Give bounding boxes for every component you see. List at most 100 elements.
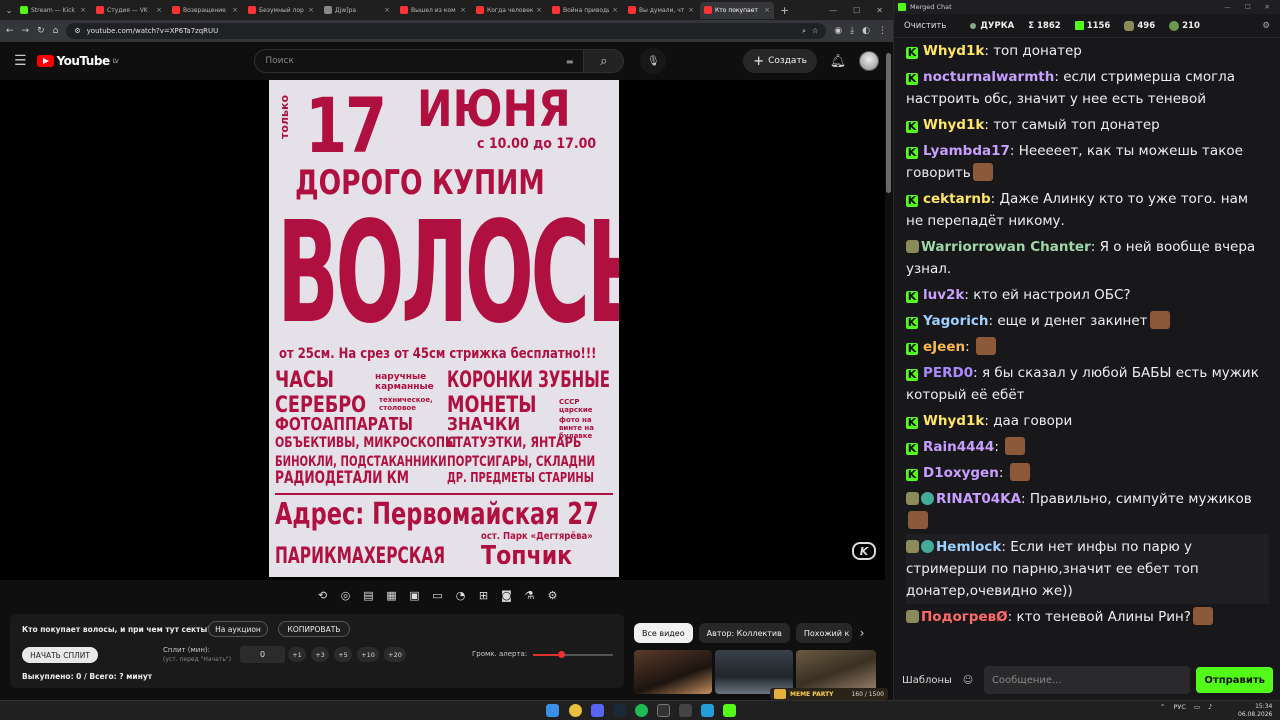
minutes-input[interactable]: 0: [240, 646, 285, 663]
search-button[interactable]: ⌕: [584, 49, 625, 73]
tab-close-icon[interactable]: ×: [612, 6, 618, 14]
chrome-icon[interactable]: [569, 704, 582, 717]
browser-tab[interactable]: Война приводи ×: [548, 2, 622, 19]
chat-username[interactable]: eJeen: [923, 339, 965, 355]
chat-message[interactable]: K Rain4444:: [906, 434, 1269, 460]
subtitles-icon[interactable]: ▭: [429, 587, 446, 604]
home-icon[interactable]: ⌂: [53, 26, 59, 36]
browser-tab[interactable]: Студия — VK ×: [92, 2, 166, 19]
kick-app-icon[interactable]: [723, 704, 736, 717]
back-icon[interactable]: ←: [6, 26, 14, 36]
spotify-icon[interactable]: [635, 704, 648, 717]
hamburger-icon[interactable]: ☰: [14, 53, 27, 69]
close-icon[interactable]: ✕: [1265, 3, 1270, 11]
keyboard-icon[interactable]: ▬: [566, 57, 574, 66]
close-icon[interactable]: ✕: [876, 6, 883, 15]
forward-icon[interactable]: →: [22, 26, 30, 36]
chat-message[interactable]: Hemlock: Если нет инфы по парю у стример…: [906, 534, 1269, 604]
video-player[interactable]: только 17 июня с 10.00 до 17.00 ДОРОГО К…: [0, 80, 885, 580]
tab-close-icon[interactable]: ×: [460, 6, 466, 14]
tab-close-icon[interactable]: ×: [80, 6, 86, 14]
chat-message[interactable]: RINAT04KA: Правильно, симпуйте мужиков: [906, 486, 1269, 534]
youtube-logo[interactable]: YouTube LV: [36, 54, 119, 68]
screenshot-icon[interactable]: ◙: [498, 587, 515, 604]
profile-icon[interactable]: ◐: [862, 26, 870, 36]
extensions-icon[interactable]: ◉: [834, 26, 842, 36]
speed-icon[interactable]: ◔: [452, 587, 469, 604]
tab-close-icon[interactable]: ×: [384, 6, 390, 14]
chat-username[interactable]: Lyambda17: [923, 143, 1010, 159]
chat-username[interactable]: RINAT04KA: [936, 491, 1021, 507]
chat-username[interactable]: ПодогревØ: [921, 609, 1008, 625]
download-icon[interactable]: ⤓: [850, 26, 854, 36]
tab-close-icon[interactable]: ×: [536, 6, 542, 14]
chat-message[interactable]: K PERD0: я бы сказал у любой БАБЫ есть му…: [906, 360, 1269, 408]
browser-tab[interactable]: Stream — Kick ×: [16, 2, 90, 19]
bookmark-icon[interactable]: ☆: [812, 27, 818, 35]
browser-tab[interactable]: Возвращение ×: [168, 2, 242, 19]
discord-icon[interactable]: [591, 704, 604, 717]
increment-button[interactable]: +10: [357, 647, 379, 662]
browser-tab[interactable]: Вышел из ком ×: [396, 2, 470, 19]
flask-icon[interactable]: ⚗: [521, 587, 538, 604]
create-button[interactable]: + Создать: [743, 49, 817, 73]
tab-close-icon[interactable]: ×: [308, 6, 314, 14]
copy-button[interactable]: КОПИРОВАТЬ: [278, 621, 350, 637]
chat-message-input[interactable]: Сообщение...: [983, 666, 1191, 694]
language-indicator[interactable]: РУС: [1173, 703, 1185, 711]
new-tab-button[interactable]: +: [780, 4, 789, 17]
increment-button[interactable]: +1: [288, 647, 306, 662]
scrollbar-thumb[interactable]: [886, 53, 891, 193]
browser-tab[interactable]: Кто покупает ×: [700, 1, 774, 19]
voice-search-button[interactable]: 🎙: [640, 48, 667, 74]
chat-message[interactable]: K D1oxygen:: [906, 460, 1269, 486]
address-bar[interactable]: ⚙ youtube.com/watch?v=XP6Ta7zqRUU ⌕ ☆: [66, 23, 827, 39]
chat-message[interactable]: K Whyd1k: топ донатер: [906, 38, 1269, 64]
page-scrollbar[interactable]: [885, 45, 893, 700]
tab-close-icon[interactable]: ×: [764, 6, 770, 14]
chat-message[interactable]: Warriorrowan Chanter: Я о ней вообще вче…: [906, 234, 1269, 282]
tab-close-icon[interactable]: ×: [688, 6, 694, 14]
increment-button[interactable]: +20: [384, 647, 406, 662]
chat-message[interactable]: Knocturnalwarmth: если стримерша смогла …: [906, 64, 1269, 112]
app-icon[interactable]: [679, 704, 692, 717]
volume-icon[interactable]: ♪: [1208, 703, 1212, 711]
chip-author[interactable]: Автор: Коллектив: [698, 623, 790, 643]
start-split-button[interactable]: НАЧАТЬ СПЛИТ: [22, 647, 98, 663]
alert-volume-slider[interactable]: [533, 651, 613, 658]
chat-message[interactable]: Kcektarnb: Даже Алинку кто то уже того. …: [906, 186, 1269, 234]
browser-tab[interactable]: Вы думали, чт ×: [624, 2, 698, 19]
clear-button[interactable]: Очистить: [904, 21, 946, 31]
chat-username[interactable]: Yagorich: [923, 313, 988, 329]
clock[interactable]: 15:34 06.08.2026: [1238, 703, 1272, 719]
chevron-right-icon[interactable]: ›: [852, 623, 872, 643]
increment-button[interactable]: +3: [311, 647, 329, 662]
tab-close-icon[interactable]: ×: [156, 6, 162, 14]
emoji-icon[interactable]: ☺: [958, 670, 978, 690]
chat-message[interactable]: K Lyambda17: Нееееет, как ты можешь такое…: [906, 138, 1269, 186]
chat-message[interactable]: K Whyd1k: тот самый топ донатер: [906, 112, 1269, 138]
steam-icon[interactable]: [613, 704, 626, 717]
recommended-thumbnail[interactable]: [634, 650, 712, 694]
chat-username[interactable]: cektarnb: [923, 191, 991, 207]
browser-tab[interactable]: Дjw]ра ×: [320, 2, 394, 19]
minimize-icon[interactable]: —: [829, 6, 837, 15]
start-icon[interactable]: [546, 704, 559, 717]
tab-search-icon[interactable]: ⌄: [4, 6, 14, 15]
slider-knob[interactable]: [558, 651, 565, 658]
chat-message[interactable]: ПодогревØ: кто теневой Алины Рин?: [906, 604, 1269, 630]
chat-settings-icon[interactable]: ⚙: [1262, 21, 1270, 31]
chat-username[interactable]: Whyd1k: [923, 117, 984, 133]
audio-icon[interactable]: ◎: [337, 587, 354, 604]
chat-username[interactable]: PERD0: [923, 365, 973, 381]
maximize-icon[interactable]: ☐: [1245, 3, 1251, 11]
tray-chevron-icon[interactable]: ⌃: [1160, 703, 1165, 711]
chat-message[interactable]: K Yagorich: еще и денег закинет: [906, 308, 1269, 334]
increment-button[interactable]: +5: [334, 647, 352, 662]
network-icon[interactable]: ▭: [1194, 703, 1200, 711]
send-button[interactable]: Отправить: [1196, 667, 1273, 693]
loop-icon[interactable]: ⟲: [314, 587, 331, 604]
minimize-icon[interactable]: —: [1224, 3, 1231, 11]
browser-tab[interactable]: Безумный лор ×: [244, 2, 318, 19]
chip-all[interactable]: Все видео: [634, 623, 693, 643]
